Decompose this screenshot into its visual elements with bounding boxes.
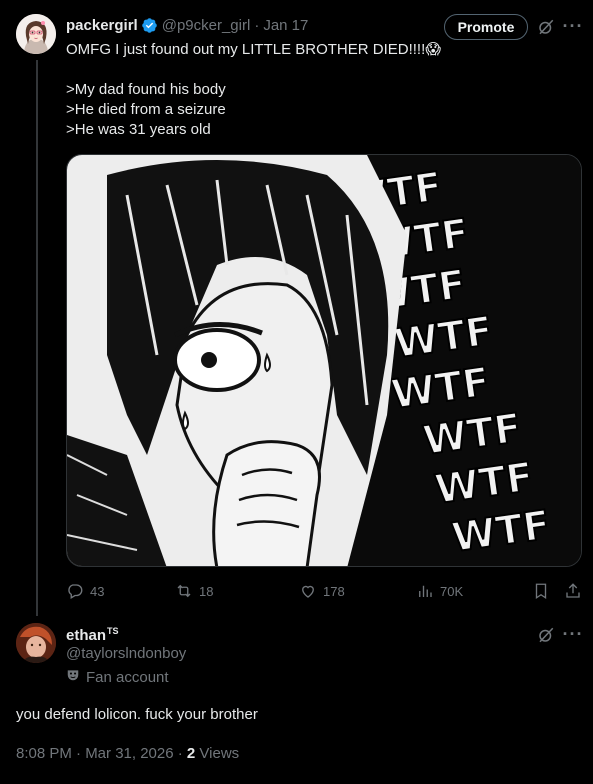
post-media-image[interactable]: WTF WTF WTF WTF WTF WTF WTF WTF [66,154,582,567]
reply-header: ethan TS [66,625,119,645]
repost-button[interactable]: 18 [175,581,213,601]
post-text-line: >He died from a seizure [66,101,226,118]
author-avatar[interactable] [16,14,56,54]
promote-button[interactable]: Promote [444,14,528,40]
post-header: packergirl @p9cker_girl · Jan 17 [66,15,308,35]
reply-text: you defend lolicon. fuck your brother [16,706,258,723]
more-icon[interactable]: ··· [563,16,583,36]
repost-count: 18 [199,583,214,599]
post-action-bar: 43 18 178 70K [66,581,582,601]
reply-timestamp[interactable]: 8:08 PM · Mar 31, 2026 · [16,745,187,762]
grok-icon[interactable] [536,17,556,37]
fan-account-label: Fan account [66,668,169,686]
like-icon [302,585,314,598]
author-display-name[interactable]: packergirl [66,17,138,34]
views-button[interactable]: 70K [416,581,463,601]
more-icon[interactable]: ··· [563,624,583,644]
reply-display-name[interactable]: ethan [66,627,106,644]
verified-badge-icon[interactable] [141,17,158,34]
post-text-line: >My dad found his body [66,81,226,98]
reply-author-avatar[interactable] [16,623,56,663]
reply-views-count: 2 [186,745,196,762]
reply-count: 43 [90,583,105,599]
reply-handle[interactable]: @taylorslndonboy [66,645,186,662]
fan-account-text: Fan account [86,668,169,686]
like-count: 178 [323,583,345,599]
like-button[interactable]: 178 [299,581,345,601]
author-handle[interactable]: @p9cker_girl [162,17,251,34]
bookmark-icon[interactable] [532,581,550,601]
grok-icon[interactable] [536,625,556,645]
fan-mask-icon [66,668,80,686]
reply-icon [68,584,83,599]
reply-name-badge: TS [107,625,119,636]
share-icon[interactable] [564,581,582,601]
reply-display-name-row[interactable]: ethan TS [66,625,119,645]
views-count: 70K [440,583,464,599]
thread-connector-line [36,60,38,616]
post-text-line: OMFG I just found out my LITTLE BROTHER … [66,41,441,58]
post-date[interactable]: Jan 17 [263,17,308,34]
repost-icon [177,584,191,598]
reply-button[interactable]: 43 [66,581,104,601]
reply-meta: 8:08 PM · Mar 31, 2026 · 2 Views [16,745,239,762]
post-text-line: >He was 31 years old [66,121,211,138]
reply-views-label: Views [195,745,240,762]
header-separator: · [254,16,260,34]
views-icon [419,585,432,597]
post-text: OMFG I just found out my LITTLE BROTHER … [66,40,566,140]
